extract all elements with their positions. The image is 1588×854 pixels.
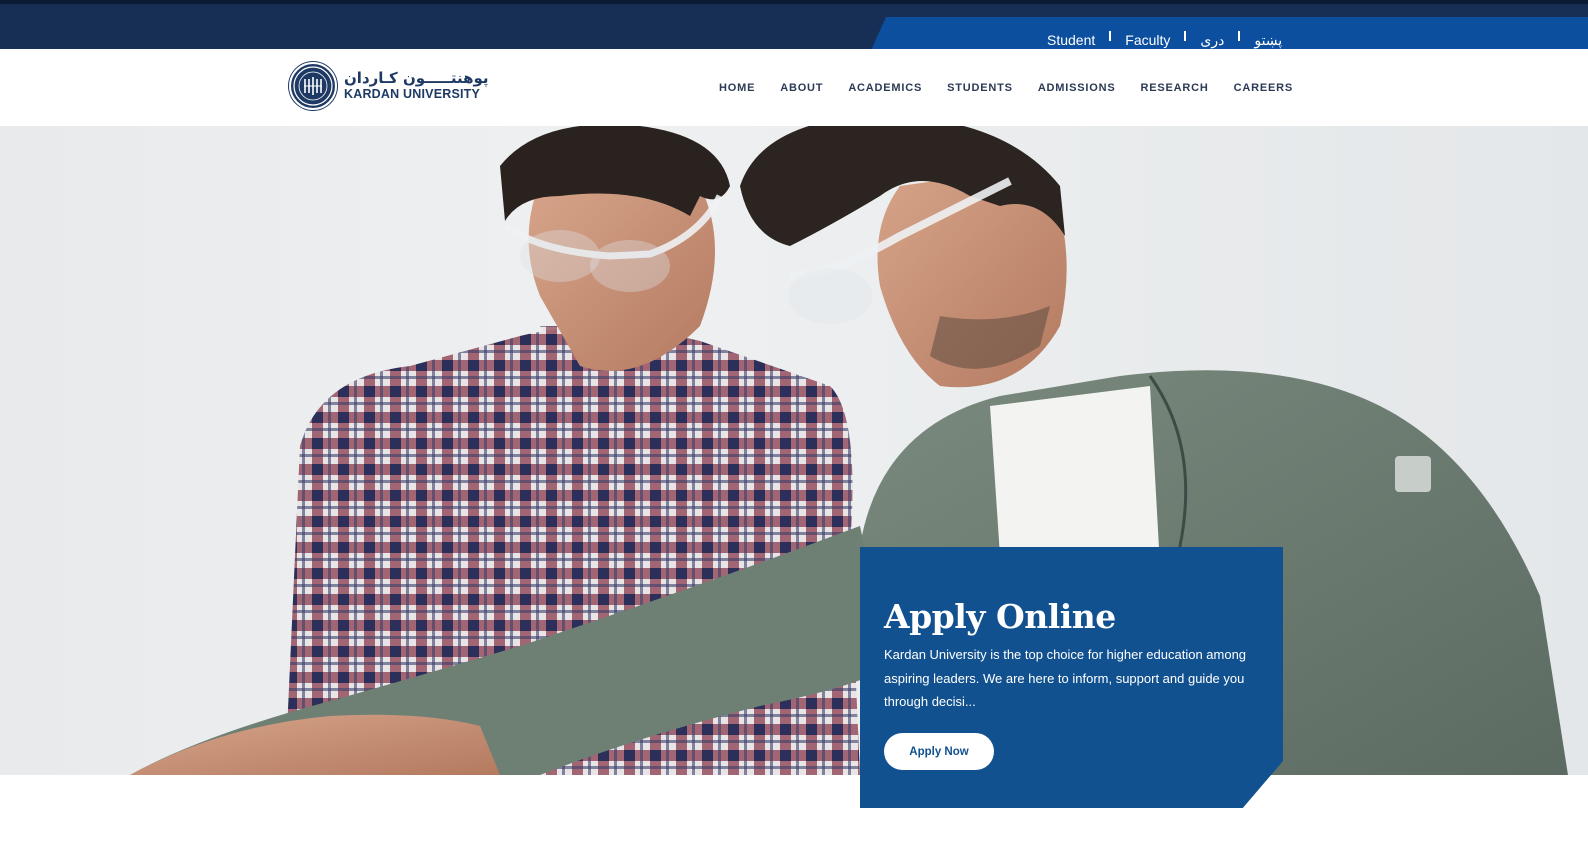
- utility-separator: [1238, 31, 1241, 41]
- apply-card-title: Apply Online: [884, 597, 1116, 636]
- logo-arabic-text: پوهنتـــــون کـاردان: [344, 69, 489, 88]
- university-seal-icon: [289, 62, 337, 110]
- top-rule: [0, 0, 1588, 4]
- utility-separator: [1184, 31, 1187, 41]
- nav-item-students[interactable]: STUDENTS: [947, 82, 1013, 94]
- nav-item-home[interactable]: HOME: [719, 82, 755, 94]
- hero-photo: [130, 126, 1568, 775]
- utility-link-dari[interactable]: دری: [1200, 32, 1224, 49]
- logo-text: پوهنتـــــون کـاردان KARDAN UNIVERSITY: [344, 71, 489, 101]
- hero-banner: [0, 126, 1588, 775]
- utility-link-faculty[interactable]: Faculty: [1125, 32, 1170, 48]
- nav-item-careers[interactable]: CAREERS: [1234, 82, 1293, 94]
- utility-separator: [1109, 31, 1112, 41]
- apply-now-button[interactable]: Apply Now: [884, 733, 994, 770]
- site-logo[interactable]: پوهنتـــــون کـاردان KARDAN UNIVERSITY: [289, 62, 489, 110]
- utility-links: Student Faculty دری پښتو: [1047, 30, 1282, 50]
- main-nav: HOME ABOUT ACADEMICS STUDENTS ADMISSIONS…: [719, 82, 1293, 94]
- nav-item-about[interactable]: ABOUT: [780, 82, 823, 94]
- nav-item-academics[interactable]: ACADEMICS: [848, 82, 922, 94]
- logo-english-text: KARDAN UNIVERSITY: [344, 87, 481, 102]
- nav-item-research[interactable]: RESEARCH: [1141, 82, 1209, 94]
- nav-item-admissions[interactable]: ADMISSIONS: [1038, 82, 1116, 94]
- utility-link-student[interactable]: Student: [1047, 32, 1095, 48]
- utility-link-pashto[interactable]: پښتو: [1254, 32, 1282, 49]
- apply-card-description: Kardan University is the top choice for …: [884, 647, 1247, 709]
